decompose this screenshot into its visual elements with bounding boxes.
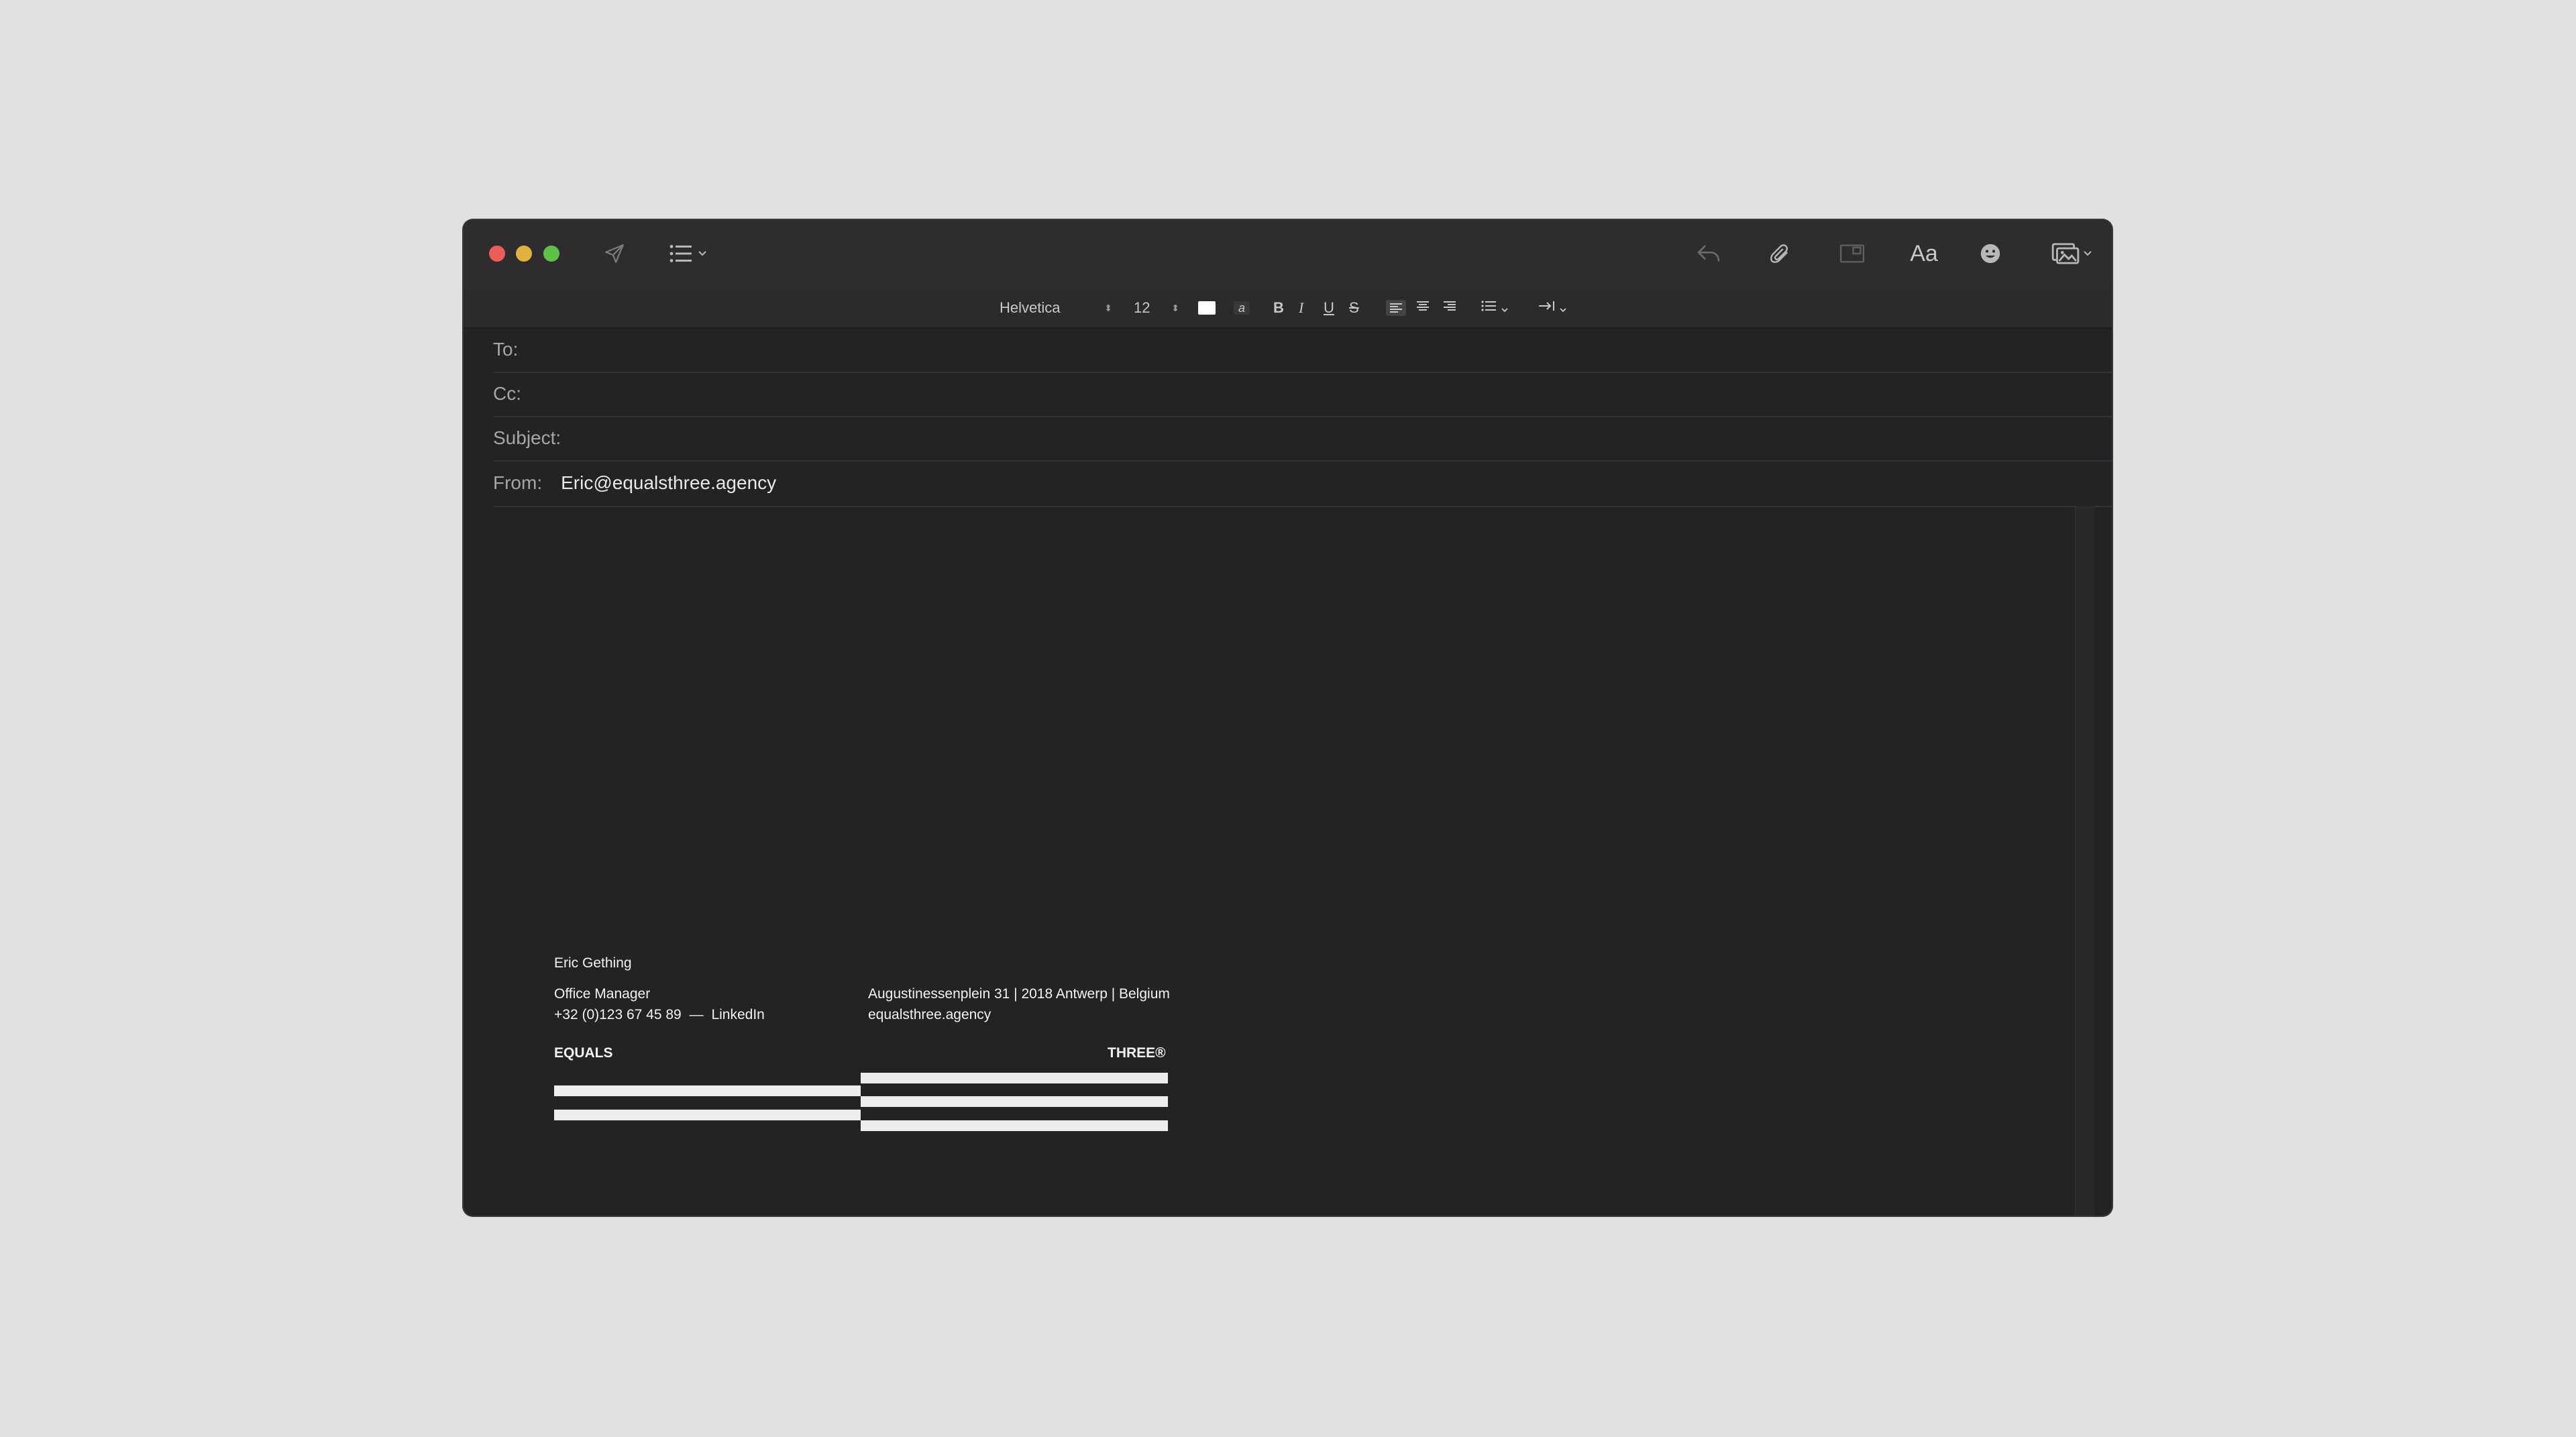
font-size-value: 12	[1134, 299, 1150, 316]
subject-field[interactable]: Subject:	[493, 416, 2112, 462]
updown-chevron-icon: ⬍	[1171, 302, 1179, 313]
align-right-icon	[1440, 298, 1460, 318]
signature-separator: —	[689, 1007, 704, 1022]
photo-icon	[2051, 242, 2080, 266]
underline-button[interactable]: U	[1324, 288, 1337, 327]
highlight-icon: a	[1234, 301, 1250, 315]
minimize-window-button[interactable]	[516, 246, 532, 262]
font-family-value: Helvetica	[1000, 299, 1061, 316]
signature-title: Office Manager	[554, 986, 651, 1002]
to-field[interactable]: To:	[493, 327, 2112, 373]
photo-browser-button[interactable]	[2045, 239, 2098, 268]
subject-label: Subject:	[493, 427, 561, 448]
send-icon[interactable]	[601, 240, 628, 267]
from-label: From:	[493, 472, 543, 493]
signature-phone: +32 (0)123 67 45 89	[554, 1007, 682, 1022]
chevron-down-icon	[2083, 250, 2092, 257]
from-field[interactable]: From: Eric@equalsthree.agency	[493, 460, 2112, 507]
align-center-button[interactable]	[1409, 288, 1436, 327]
strikethrough-button[interactable]: S	[1349, 288, 1362, 327]
signature-contact-line: +32 (0)123 67 45 89 — LinkedIn	[554, 1007, 765, 1023]
reply-icon[interactable]	[1694, 240, 1723, 267]
chevron-down-icon	[1501, 299, 1509, 317]
signature-website-link[interactable]: equalsthree.agency	[868, 1007, 991, 1023]
signature-name: Eric Gething	[554, 955, 632, 971]
logo-equals-text: EQUALS	[554, 1045, 613, 1061]
indent-icon	[1537, 299, 1557, 317]
cc-label: Cc:	[493, 383, 521, 404]
mail-compose-window: Aa Helvetica ⬍ 12 ⬍ a B I U S To: Cc: Su…	[464, 220, 2112, 1216]
font-family-select[interactable]: Helvetica ⬍	[1000, 288, 1114, 327]
logo-three-text: THREE®	[1108, 1045, 1166, 1061]
titlebar: Aa	[464, 220, 2112, 288]
header-fields-menu[interactable]	[665, 240, 712, 267]
close-window-button[interactable]	[489, 246, 505, 262]
chevron-down-icon	[1559, 299, 1567, 317]
indent-button[interactable]	[1537, 288, 1577, 327]
markup-icon[interactable]	[1837, 240, 1867, 267]
italic-button[interactable]: I	[1299, 288, 1312, 327]
logo-bar	[861, 1073, 1168, 1083]
align-left-icon	[1386, 300, 1406, 316]
from-address[interactable]: Eric@equalsthree.agency	[561, 472, 776, 494]
cc-field[interactable]: Cc:	[493, 372, 2112, 417]
list-style-button[interactable]	[1480, 288, 1520, 327]
text-color-swatch[interactable]	[1198, 288, 1218, 327]
zoom-window-button[interactable]	[543, 246, 559, 262]
paperclip-icon[interactable]	[1766, 240, 1793, 267]
updown-chevron-icon: ⬍	[1104, 302, 1112, 313]
format-bar: Helvetica ⬍ 12 ⬍ a B I U S	[464, 288, 2112, 329]
logo-bar	[554, 1085, 861, 1096]
bullet-list-icon	[1480, 299, 1499, 317]
font-size-select[interactable]: 12 ⬍	[1134, 288, 1181, 327]
scrollbar[interactable]	[2075, 506, 2094, 1216]
to-label: To:	[493, 339, 519, 360]
font-panel-button[interactable]: Aa	[1900, 239, 1947, 268]
font-icon: Aa	[1910, 240, 1938, 266]
logo-bar	[861, 1120, 1168, 1131]
list-icon	[669, 244, 694, 264]
align-right-button[interactable]	[1436, 288, 1463, 327]
logo-bar	[554, 1110, 861, 1120]
signature-address: Augustinessenplein 31 | 2018 Antwerp | B…	[868, 986, 1170, 1002]
linkedin-link[interactable]: LinkedIn	[711, 1007, 764, 1022]
text-color-icon	[1198, 301, 1216, 315]
chevron-down-icon	[698, 250, 707, 257]
align-left-button[interactable]	[1383, 288, 1409, 327]
bold-button[interactable]: B	[1273, 288, 1287, 327]
align-center-icon	[1413, 298, 1433, 318]
highlight-color-button[interactable]: a	[1234, 288, 1254, 327]
emoji-icon[interactable]	[1977, 240, 2004, 267]
logo-bar	[861, 1096, 1168, 1107]
